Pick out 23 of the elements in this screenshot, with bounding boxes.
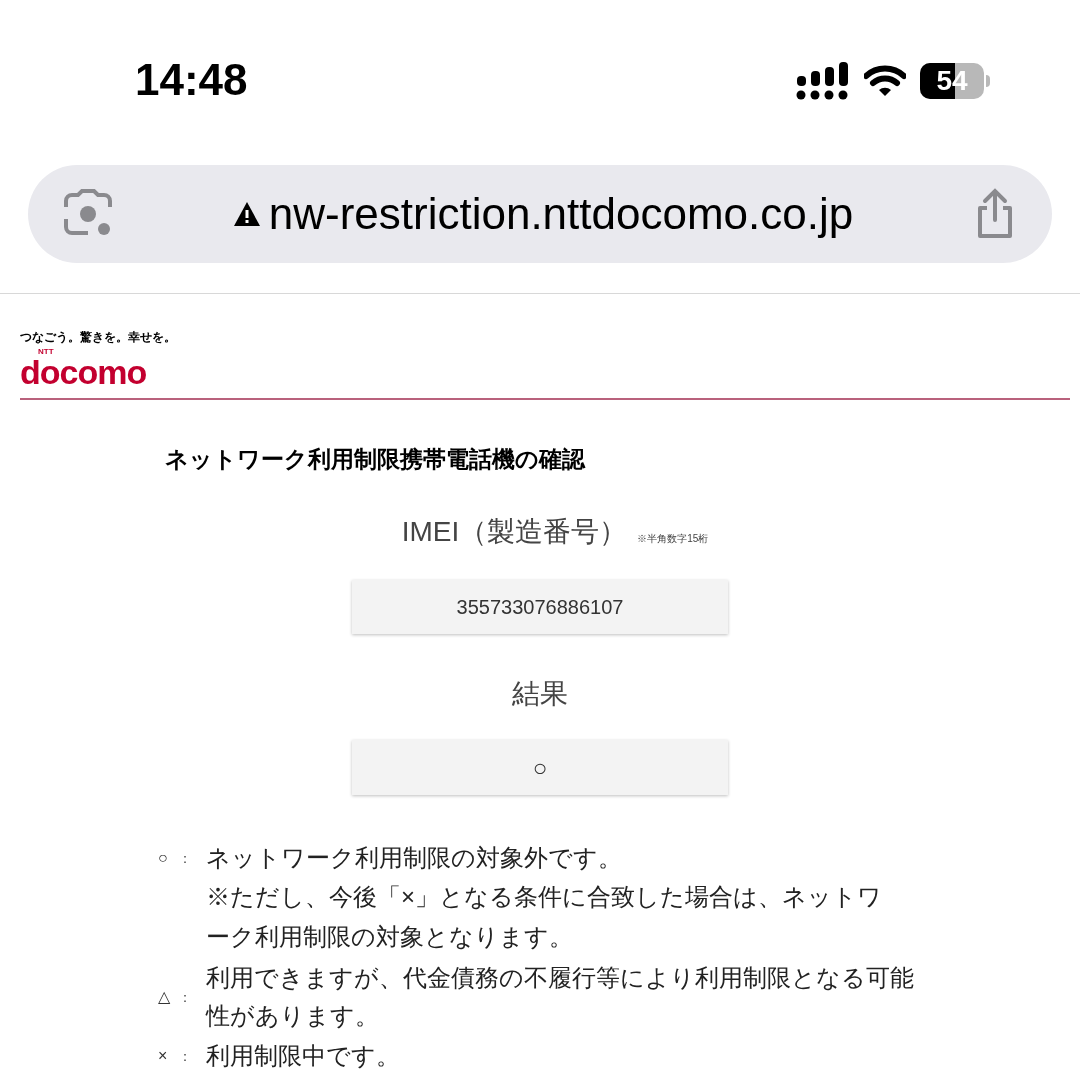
legend-symbol: △ [158, 987, 171, 1007]
legend-note: ※ただし、今後「×」となる条件に合致した場合は、ネットワーク利用制限の対象となります。 [206, 882, 882, 952]
result-label: 結果 [512, 677, 568, 711]
address-bar[interactable]: nw-restriction.nttdocomo.co.jp [28, 165, 1052, 263]
status-time: 14:48 [135, 54, 248, 106]
legend-separator: ： [178, 988, 193, 1007]
legend-separator: ： [178, 849, 193, 868]
legend-symbol: × [158, 1046, 169, 1066]
legend-text: ネットワーク利用制限の対象外です。 [206, 843, 623, 873]
wifi-icon [864, 65, 906, 97]
page-title: ネットワーク利用制限携帯電話機の確認 [165, 445, 587, 474]
legend-separator: ： [178, 1047, 193, 1066]
slogan: つなごう。驚きを。幸せを。 [20, 330, 177, 344]
imei-note: ※半角数字15桁 [637, 532, 709, 546]
legend-text: 利用制限中です。 [206, 1041, 401, 1071]
result-field: ○ [352, 740, 728, 795]
docomo-logo[interactable]: NTT docomo [20, 348, 147, 388]
url-text: nw-restriction.nttdocomo.co.jp [268, 192, 854, 236]
legend-symbol: ○ [158, 848, 169, 868]
signal-icon [796, 62, 850, 100]
imei-label: IMEI（製造番号） [401, 515, 628, 549]
legend-text: 利用できますが、代金債務の不履行等により利用制限となる可能性があります。 [206, 963, 915, 1031]
imei-field[interactable]: 355733076886107 [352, 580, 728, 634]
